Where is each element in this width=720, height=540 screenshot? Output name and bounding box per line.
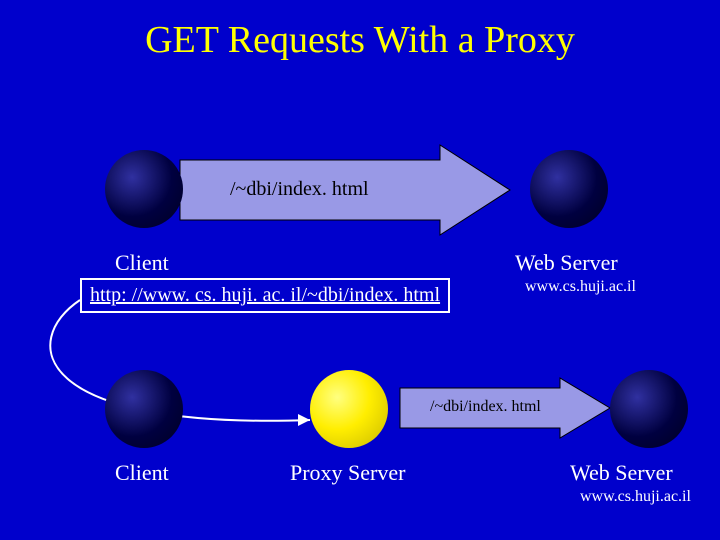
server-node-top <box>530 150 608 228</box>
server-label-bottom: Web Server <box>570 460 673 486</box>
client-node-top <box>105 150 183 228</box>
proxy-node <box>310 370 388 448</box>
curve-arrowhead <box>298 414 310 426</box>
client-node-bottom <box>105 370 183 448</box>
server-node-bottom <box>610 370 688 448</box>
client-label-top: Client <box>115 250 169 276</box>
arrow-text-top: /~dbi/index. html <box>230 178 369 201</box>
server-host-bottom: www.cs.huji.ac.il <box>580 488 691 506</box>
proxy-label: Proxy Server <box>290 460 405 486</box>
client-label-bottom: Client <box>115 460 169 486</box>
server-label-top: Web Server <box>515 250 618 276</box>
slide: GET Requests With a Proxy /~dbi/index. h… <box>0 0 720 540</box>
slide-title: GET Requests With a Proxy <box>0 18 720 62</box>
arrow-text-bottom: /~dbi/index. html <box>430 398 541 416</box>
server-host-top: www.cs.huji.ac.il <box>525 278 636 296</box>
url-box: http: //www. cs. huji. ac. il/~dbi/index… <box>80 278 450 313</box>
